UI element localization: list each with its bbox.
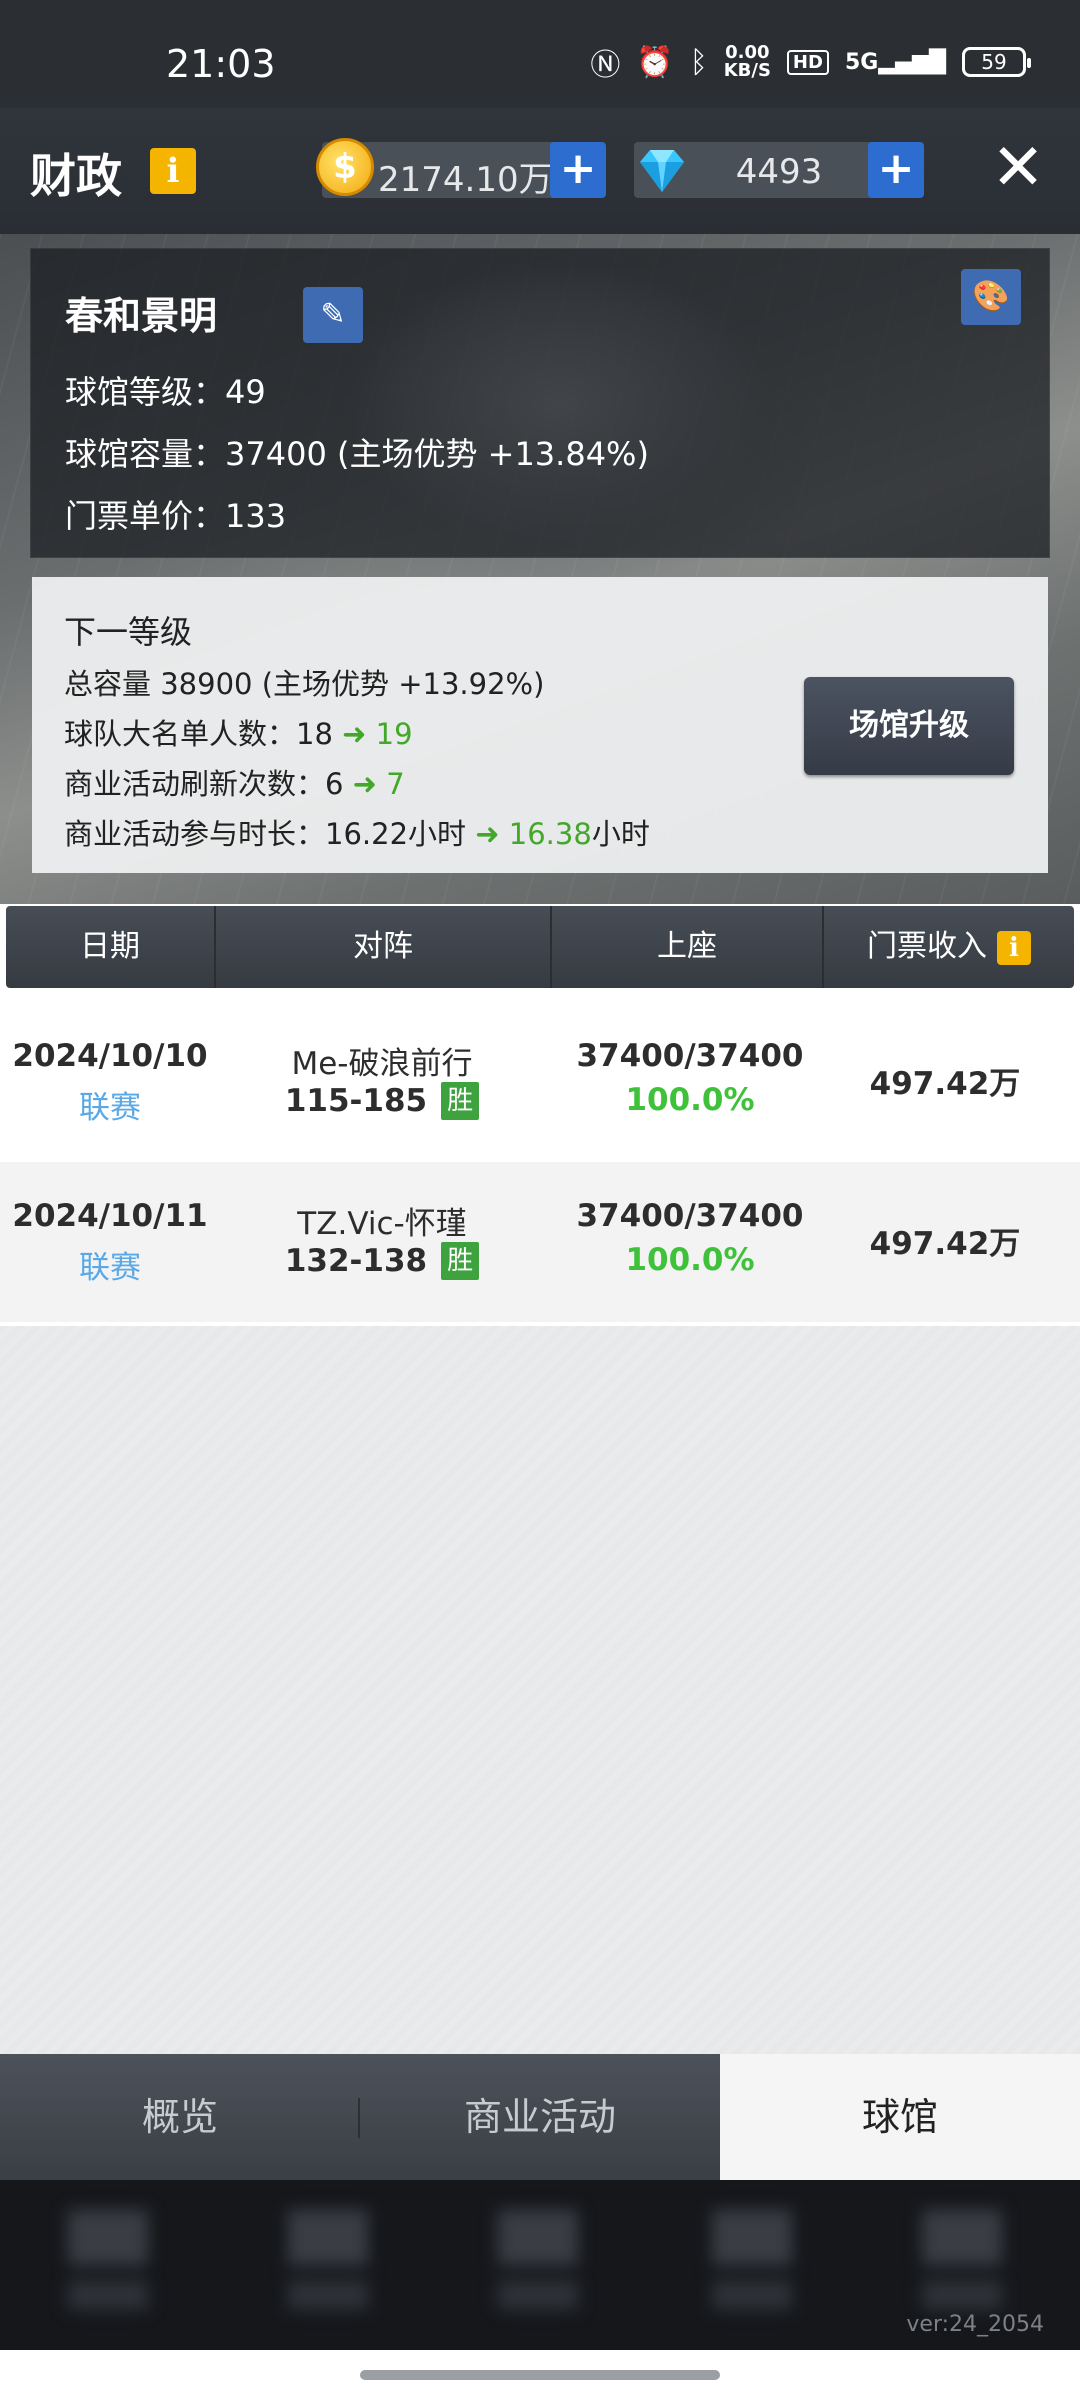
next-roster: 球队大名单人数：18 ➜ 19 [64, 711, 413, 753]
duration-next: 16.38 [508, 817, 592, 851]
info-icon[interactable]: i [150, 148, 196, 194]
arrow-right-icon: ➜ [475, 817, 500, 851]
bluetooth-icon: ᛒ [689, 44, 708, 80]
refresh-label: 商业活动刷新次数：6 [64, 767, 344, 801]
coin-icon: $ [316, 138, 374, 196]
venue-level: 球馆等级：49 [65, 373, 266, 411]
roster-label: 球队大名单人数：18 [64, 717, 333, 751]
alarm-icon: ⏰ [636, 44, 674, 80]
palette-button[interactable]: 🎨 [961, 269, 1021, 325]
net-speed: 0.00 KB/S [724, 44, 771, 80]
next-level-card: 下一等级 总容量 38900 (主场优势 +13.92%) 球队大名单人数：18… [32, 577, 1048, 873]
nfc-icon: Ⓝ [590, 48, 621, 83]
venue-card: 春和景明 ✎ 🎨 球馆等级：49 球馆容量：37400 (主场优势 +13.84… [30, 248, 1050, 558]
add-gems-button[interactable]: + [868, 142, 924, 198]
battery-level: 59 [981, 50, 1007, 74]
battery-icon: 59 [962, 47, 1031, 77]
table-row: 2024/10/11 联赛 TZ.Vic-怀瑾 132-138 胜 37400/3… [0, 1162, 1080, 1322]
win-badge: 胜 [441, 1242, 480, 1280]
table-row: 2024/10/10 联赛 Me-破浪前行 115-185 胜 37400/374… [0, 1002, 1080, 1162]
close-button[interactable]: ✕ [986, 136, 1050, 200]
ticket-income: 497.42万 [869, 1226, 1021, 1262]
next-duration: 商业活动参与时长：16.22小时 ➜ 16.38小时 [64, 811, 650, 853]
coin-balance: $ 2174.10万 + [316, 138, 606, 200]
ticket-income-label: 门票收入 [867, 929, 987, 964]
tab-business[interactable]: 商业活动 [360, 2054, 720, 2180]
upgrade-venue-button[interactable]: 场馆升级 [804, 677, 1014, 775]
gesture-area [0, 2350, 1080, 2400]
signal-icon: 5G▂▄▆█ [844, 49, 946, 75]
opponent: Me-破浪前行 [291, 1046, 473, 1082]
score-line: 132-138 胜 [232, 1242, 532, 1280]
net-speed-unit: KB/S [723, 60, 771, 81]
coin-value: 2174.10万 [378, 160, 553, 200]
bottom-nav: ver:24_2054 [0, 2180, 1080, 2350]
home-gesture-bar[interactable] [360, 2370, 720, 2380]
tab-overview[interactable]: 概览 [0, 2054, 360, 2180]
ticket-price: 门票单价：133 [65, 497, 287, 535]
match-type: 联赛 [79, 1090, 141, 1126]
tab-stadium[interactable]: 球馆 [720, 2054, 1080, 2180]
finance-header: 财政 i $ 2174.10万 + 4493 + ✕ [0, 108, 1080, 234]
version-label: ver:24_2054 [906, 2312, 1044, 2337]
ticket-income: 497.42万 [869, 1066, 1021, 1102]
status-bar: 21:03 Ⓝ ⏰ ᛒ 0.00 KB/S HD 5G▂▄▆█ 59 [0, 0, 1080, 108]
next-refresh: 商业活动刷新次数：6 ➜ 7 [64, 761, 405, 803]
venue-name: 春和景明 [65, 294, 218, 338]
diamond-icon [640, 150, 684, 192]
seats: 37400/37400 [576, 1038, 804, 1074]
duration-label: 商业活动参与时长：16.22小时 [64, 817, 467, 851]
attendance-percent: 100.0% [625, 1242, 755, 1278]
pencil-icon: ✎ [320, 297, 346, 332]
bottom-tabs: 概览 商业活动 球馆 [0, 2054, 1080, 2180]
status-icons: Ⓝ ⏰ ᛒ 0.00 KB/S HD 5G▂▄▆█ 59 [590, 40, 1031, 84]
column-match: 对阵 [216, 906, 552, 988]
score: 115-185 [284, 1083, 428, 1119]
gem-balance: 4493 + [634, 142, 924, 198]
match-table: 2024/10/10 联赛 Me-破浪前行 115-185 胜 37400/374… [0, 1002, 1080, 1322]
add-coins-button[interactable]: + [550, 142, 606, 198]
nav-item-blurred[interactable] [498, 2210, 578, 2310]
empty-list-area [0, 1326, 1080, 2054]
match-date: 2024/10/11 [12, 1198, 208, 1234]
refresh-next: 7 [386, 767, 405, 801]
info-icon[interactable]: i [997, 930, 1031, 965]
gem-value: 4493 [735, 152, 823, 192]
roster-next: 19 [375, 717, 413, 751]
attendance-percent: 100.0% [625, 1082, 755, 1118]
column-date: 日期 [6, 906, 216, 988]
nav-item-blurred[interactable] [288, 2210, 368, 2310]
nav-item-blurred[interactable] [712, 2210, 792, 2310]
score: 132-138 [284, 1243, 428, 1279]
arrow-right-icon: ➜ [342, 717, 367, 751]
hd-icon: HD [786, 49, 829, 75]
nav-item-blurred[interactable] [68, 2210, 148, 2310]
score-line: 115-185 胜 [232, 1082, 532, 1120]
palette-icon: 🎨 [972, 279, 1010, 314]
stadium-panel: 春和景明 ✎ 🎨 球馆等级：49 球馆容量：37400 (主场优势 +13.84… [0, 234, 1080, 904]
column-ticket-income: 门票收入 i [824, 906, 1074, 988]
page-title: 财政 [30, 149, 122, 203]
match-table-header: 日期 对阵 上座 门票收入 i [6, 906, 1074, 988]
arrow-right-icon: ➜ [352, 767, 377, 801]
match-date: 2024/10/10 [12, 1038, 208, 1074]
win-badge: 胜 [441, 1082, 480, 1120]
signal-label: 5G [844, 49, 879, 75]
next-level-title: 下一等级 [64, 613, 193, 651]
status-time: 21:03 [166, 42, 276, 86]
column-attendance: 上座 [552, 906, 824, 988]
venue-capacity: 球馆容量：37400 (主场优势 +13.84%) [65, 435, 649, 473]
match-type: 联赛 [79, 1250, 141, 1286]
duration-unit: 小时 [591, 817, 650, 851]
nav-item-blurred[interactable] [922, 2210, 1002, 2310]
opponent: TZ.Vic-怀瑾 [297, 1206, 467, 1242]
seats: 37400/37400 [576, 1198, 804, 1234]
next-total-capacity: 总容量 38900 (主场优势 +13.92%) [64, 667, 545, 701]
edit-name-button[interactable]: ✎ [303, 287, 363, 343]
